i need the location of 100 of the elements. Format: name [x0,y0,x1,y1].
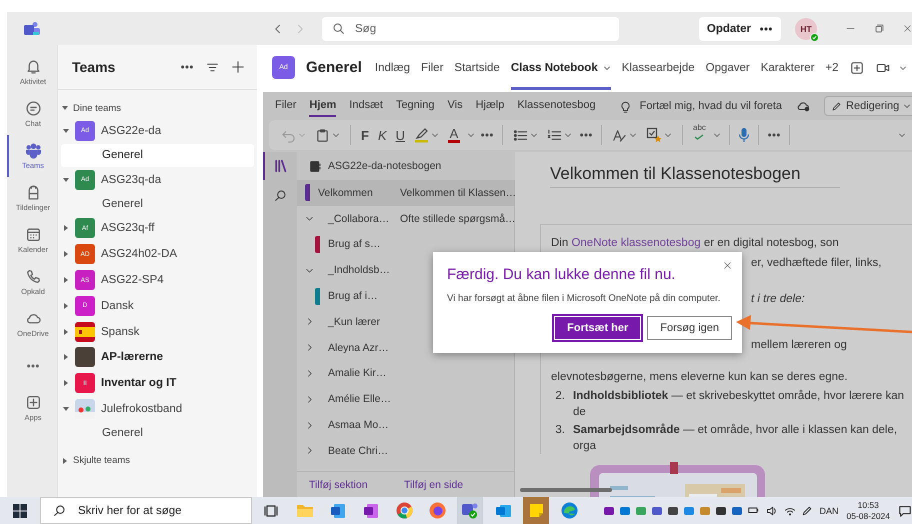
language-indicator[interactable]: DAN [820,506,839,516]
team-name[interactable]: ASG23q-ff [101,222,154,234]
font-color-button[interactable]: A [446,124,462,146]
chevron-down-icon[interactable] [564,131,572,139]
caret-icon[interactable] [62,458,68,464]
chevron-down-icon[interactable] [431,131,440,139]
people-logo-icon[interactable] [23,20,41,36]
tell-me-field[interactable]: Fortæl mig, hvad du vil foreta [640,100,782,112]
section-group[interactable]: _Collabora… [297,206,392,232]
notebook-app-icon[interactable] [363,502,379,518]
section-group[interactable]: Amélie Elle… [297,386,392,412]
team-name[interactable]: ASG23q-da [101,174,162,186]
caret-icon[interactable] [63,406,69,412]
chevron-down-icon[interactable] [530,131,538,139]
section-item[interactable]: Brug af i… [307,283,392,309]
italic-button[interactable]: K [376,124,389,146]
taskbar-search-box[interactable]: Skriv her for at søge [40,497,252,524]
bullet-list-icon[interactable] [513,128,528,142]
section-group[interactable]: Beate Chri… [297,438,392,464]
ribbon-tab[interactable]: Hjem [309,95,336,117]
section-group[interactable]: Amalie Kir… [297,360,392,386]
hidden-teams-header[interactable]: Skjulte teams [73,455,130,466]
channel-item[interactable]: Generel [61,422,254,445]
chevron-down-icon[interactable] [629,131,638,139]
close-icon[interactable] [903,23,912,34]
add-page-link[interactable]: Tilføj en side [404,478,464,490]
more-tabs-button[interactable]: +2 [825,45,839,90]
continue-button[interactable]: Fortsæt her [554,316,642,340]
caret-icon[interactable] [63,380,69,386]
ribbon-tab[interactable]: Filer [275,95,296,117]
scrollbar[interactable] [520,488,612,492]
channel-tab[interactable]: Opgaver [706,45,750,90]
section-item[interactable]: Velkommen [297,180,392,206]
add-icon[interactable] [231,60,245,74]
clipboard-icon[interactable] [315,128,330,142]
chevron-down-icon[interactable] [712,131,721,139]
search-icon[interactable] [274,188,286,202]
section-group[interactable]: Aleyna Azr… [297,334,392,361]
editing-mode-button[interactable]: Redigering [824,96,912,116]
highlighter-icon[interactable] [414,127,430,143]
mail-app-icon[interactable] [494,502,512,518]
underline-button[interactable]: U [394,124,408,146]
channel-tab[interactable]: Indlæg [374,45,410,90]
chevron-icon[interactable] [305,446,314,456]
bold-button[interactable]: F [359,124,371,146]
user-avatar[interactable]: HT [795,18,817,40]
fox-browser-icon[interactable] [428,502,446,519]
channel-tab[interactable]: Filer [421,45,444,90]
page-item[interactable]: Velkommen til Klassen… [392,180,514,206]
channel-tab[interactable]: Karakterer [760,45,814,90]
notebook-link[interactable]: OneNote klassenotesbog [571,237,701,249]
chevron-icon[interactable] [305,368,314,378]
chevron-icon[interactable] [305,317,314,326]
notification-icon[interactable] [898,504,912,518]
caret-icon[interactable] [63,251,69,258]
team-name[interactable]: Inventar og IT [101,377,176,390]
add-tab-icon[interactable] [850,60,864,74]
windows-start-icon[interactable] [13,504,27,518]
team-name[interactable]: Spansk [101,326,140,338]
caret-icon[interactable] [63,225,69,232]
caret-icon[interactable] [63,176,69,183]
section-group[interactable]: _Indholdsb… [297,257,392,284]
caret-icon[interactable] [63,354,69,360]
numbered-list-icon[interactable] [547,128,562,142]
chevron-icon[interactable] [305,343,314,352]
wave-browser-icon[interactable] [560,502,578,519]
channel-item[interactable]: Generel [61,144,254,167]
page-item[interactable]: Ofte stillede spørgsmå… [392,206,514,232]
team-name[interactable]: Dansk [101,300,134,312]
section-item[interactable]: Brug af s… [307,232,392,258]
caret-icon[interactable] [63,302,69,309]
document-app-icon[interactable] [330,502,346,518]
team-name[interactable]: ASG24h02-DA [101,248,178,260]
channel-tab[interactable]: Startside [454,45,500,90]
chevron-down-icon[interactable] [332,131,340,139]
ribbon-tab[interactable]: Indsæt [349,95,383,117]
ribbon-tab[interactable]: Klassenotesbog [517,95,596,117]
restore-icon[interactable] [874,23,885,34]
clock-time[interactable]: 10:53 [858,500,879,510]
chevron-down-icon[interactable] [898,131,906,139]
pen-icon[interactable] [800,504,812,516]
chevron-down-icon[interactable] [467,131,476,139]
team-name[interactable]: AP-lærerne [101,351,163,364]
update-button[interactable]: Opdater [698,16,781,40]
notebooks-icon[interactable] [274,159,288,173]
chevron-icon[interactable] [305,394,314,404]
team-name[interactable]: Julefrokostband [101,403,182,416]
sticky-note-icon[interactable] [528,503,544,518]
spelling-button[interactable]: abc [691,124,708,146]
channel-item[interactable]: Generel [61,192,254,216]
browser-icon[interactable] [396,502,412,519]
caret-icon[interactable] [62,105,68,111]
notebook-name[interactable]: ASG22e-da-notesbogen [328,160,442,172]
close-icon[interactable] [723,261,732,270]
team-name[interactable]: ASG22-SP4 [101,274,164,286]
clock-date[interactable]: 05-08-2024 [846,510,890,522]
team-name[interactable]: ASG22e-da [101,124,162,137]
caret-icon[interactable] [63,328,69,335]
section-group[interactable]: Asmaa Mo… [297,412,392,438]
channel-tab[interactable]: Klassearbejde [622,45,695,90]
